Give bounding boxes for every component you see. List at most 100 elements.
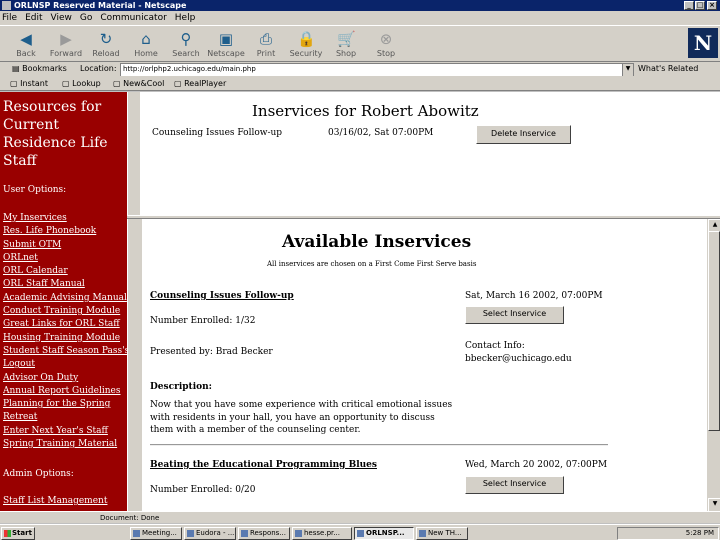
minimize-button[interactable]: _	[684, 1, 694, 10]
forward-button[interactable]: ▶ Forward	[46, 28, 86, 61]
nav-link-retreat[interactable]: Retreat	[3, 411, 127, 424]
nav-link-logout[interactable]: Logout	[3, 358, 127, 371]
maximize-button[interactable]: □	[695, 1, 705, 10]
back-arrow-icon: ◀	[20, 30, 32, 48]
my-inservices-heading: Inservices for Robert Abowitz	[252, 102, 479, 120]
search-button[interactable]: ⚲ Search	[166, 28, 206, 61]
event-contact-label: Contact Info:	[465, 341, 525, 351]
menu-go[interactable]: Go	[80, 13, 92, 23]
nav-link-staff-list-management[interactable]: Staff List Management	[3, 496, 107, 506]
close-button[interactable]: ×	[707, 1, 717, 10]
personal-link-instant[interactable]: ▢ Instant	[10, 76, 48, 91]
personal-link-realplayer[interactable]: ▢ RealPlayer	[174, 76, 226, 91]
nav-link-conduct-training[interactable]: Conduct Training Module	[3, 305, 127, 318]
stop-icon: ⊗	[379, 30, 393, 48]
security-icon: 🔒	[297, 30, 316, 48]
windows-taskbar: Start Meeting... Eudora - ... Respons...…	[0, 524, 720, 540]
task-button-active[interactable]: ORLNSP...	[354, 527, 414, 540]
available-inservices-heading: Available Inservices	[282, 232, 472, 252]
nav-link-season-pass[interactable]: Student Staff Season Pass's	[3, 345, 127, 358]
menu-edit[interactable]: Edit	[25, 13, 42, 23]
my-inservice-date: 03/16/02, Sat 07:00PM	[328, 128, 434, 138]
security-button[interactable]: 🔒 Security	[286, 28, 326, 61]
bookmark-icon: ▢	[113, 79, 124, 88]
event-separator	[150, 444, 608, 446]
scroll-down-icon[interactable]: ▼	[708, 498, 720, 512]
nav-link-orl-calendar[interactable]: ORL Calendar	[3, 265, 127, 278]
nav-link-phonebook[interactable]: Res. Life Phonebook	[3, 225, 127, 238]
back-button[interactable]: ◀ Back	[6, 28, 46, 61]
nav-link-staff-manual[interactable]: ORL Staff Manual	[3, 278, 127, 291]
menu-help[interactable]: Help	[175, 13, 196, 23]
print-icon: ⎙	[259, 30, 272, 48]
event-enrolled: Number Enrolled: 0/20	[150, 485, 256, 495]
location-toolbar: ▤ Bookmarks Location: http://orlphp2.uch…	[0, 62, 720, 77]
whats-related-button[interactable]: What's Related	[638, 62, 698, 76]
left-navigation-frame: Resources for Current Residence Life Sta…	[0, 92, 127, 511]
url-input[interactable]: http://orlphp2.uchicago.edu/main.php	[120, 63, 634, 77]
print-button[interactable]: ⎙ Print	[246, 28, 286, 61]
reload-button[interactable]: ↻ Reload	[86, 28, 126, 61]
nav-link-housing-training[interactable]: Housing Training Module	[3, 332, 127, 345]
nav-link-great-links[interactable]: Great Links for ORL Staff	[3, 318, 127, 331]
nav-link-advising-manual[interactable]: Academic Advising Manual	[3, 292, 127, 305]
task-button[interactable]: Meeting...	[130, 527, 182, 540]
menu-communicator[interactable]: Communicator	[100, 13, 166, 23]
bookmarks-button[interactable]: ▤ Bookmarks	[12, 62, 67, 76]
nav-link-annual-report[interactable]: Annual Report Guidelines	[3, 385, 127, 398]
nav-link-submit-otm[interactable]: Submit OTM	[3, 239, 127, 252]
netscape-logo[interactable]: N	[688, 28, 718, 58]
home-button[interactable]: ⌂ Home	[126, 28, 166, 61]
status-text: Document: Done	[100, 514, 160, 522]
event-title-link[interactable]: Beating the Educational Programming Blue…	[150, 460, 377, 470]
event-enrolled: Number Enrolled: 1/32	[150, 316, 256, 326]
menu-view[interactable]: View	[51, 13, 72, 23]
nav-link-my-inservices[interactable]: My Inservices	[3, 212, 127, 225]
personal-link-lookup[interactable]: ▢ Lookup	[62, 76, 101, 91]
search-icon: ⚲	[180, 30, 192, 48]
nav-link-advisor-on-duty[interactable]: Advisor On Duty	[3, 372, 127, 385]
nav-link-spring-training[interactable]: Spring Training Material	[3, 438, 127, 451]
site-title: Resources for Current Residence Life Sta…	[3, 99, 108, 169]
task-button[interactable]: New TH...	[416, 527, 468, 540]
available-subtitle: All inservices are chosen on a First Com…	[267, 260, 477, 268]
user-options-heading: User Options:	[3, 185, 67, 195]
delete-inservice-button[interactable]: Delete Inservice	[476, 125, 571, 144]
netscape-app-icon	[2, 1, 11, 10]
left-frame-lower-scrollbar[interactable]	[127, 219, 142, 511]
stop-button[interactable]: ⊗ Stop	[366, 28, 406, 61]
menu-bar: File Edit View Go Communicator Help	[0, 11, 720, 25]
left-frame-scrollbar[interactable]	[127, 92, 140, 215]
personal-link-newcool[interactable]: ▢ New&Cool	[113, 76, 164, 91]
window-title: ORLNSP Reserved Material - Netscape	[14, 1, 187, 10]
event-title-link[interactable]: Counseling Issues Follow-up	[150, 291, 294, 301]
nav-link-planning-spring[interactable]: Planning for the Spring	[3, 398, 127, 411]
personal-toolbar: ▢ Instant ▢ Lookup ▢ New&Cool ▢ RealPlay…	[0, 76, 720, 91]
url-dropdown-arrow-icon[interactable]: ▼	[622, 63, 634, 77]
task-button[interactable]: hesse.pr...	[292, 527, 352, 540]
scroll-thumb[interactable]	[708, 231, 720, 431]
my-inservice-name: Counseling Issues Follow-up	[152, 128, 283, 138]
forward-arrow-icon: ▶	[60, 30, 72, 48]
menu-file[interactable]: File	[2, 13, 17, 23]
bookmark-icon: ▢	[62, 79, 73, 88]
task-button[interactable]: Eudora - ...	[184, 527, 236, 540]
netscape-button[interactable]: ▣ Netscape	[206, 28, 246, 61]
system-tray: 5:28 PM	[617, 527, 719, 540]
event-description-label: Description:	[150, 382, 212, 392]
home-icon: ⌂	[141, 30, 151, 48]
event-date: Wed, March 20 2002, 07:00PM	[465, 460, 608, 470]
start-button[interactable]: Start	[1, 527, 35, 540]
main-frame-scrollbar[interactable]: ▲ ▼	[706, 219, 720, 512]
bookmark-icon: ▢	[10, 79, 21, 88]
nav-link-orlnet[interactable]: ORLnet	[3, 252, 127, 265]
select-inservice-button[interactable]: Select Inservice	[465, 306, 564, 324]
reload-icon: ↻	[99, 30, 113, 48]
task-button[interactable]: Respons...	[238, 527, 290, 540]
shop-button[interactable]: 🛒 Shop	[326, 28, 366, 61]
nav-link-next-years-staff[interactable]: Enter Next Year's Staff	[3, 425, 127, 438]
clock[interactable]: 5:28 PM	[686, 529, 714, 537]
select-inservice-button[interactable]: Select Inservice	[465, 476, 564, 494]
admin-options-heading: Admin Options:	[3, 469, 74, 479]
shop-icon: 🛒	[337, 30, 356, 48]
